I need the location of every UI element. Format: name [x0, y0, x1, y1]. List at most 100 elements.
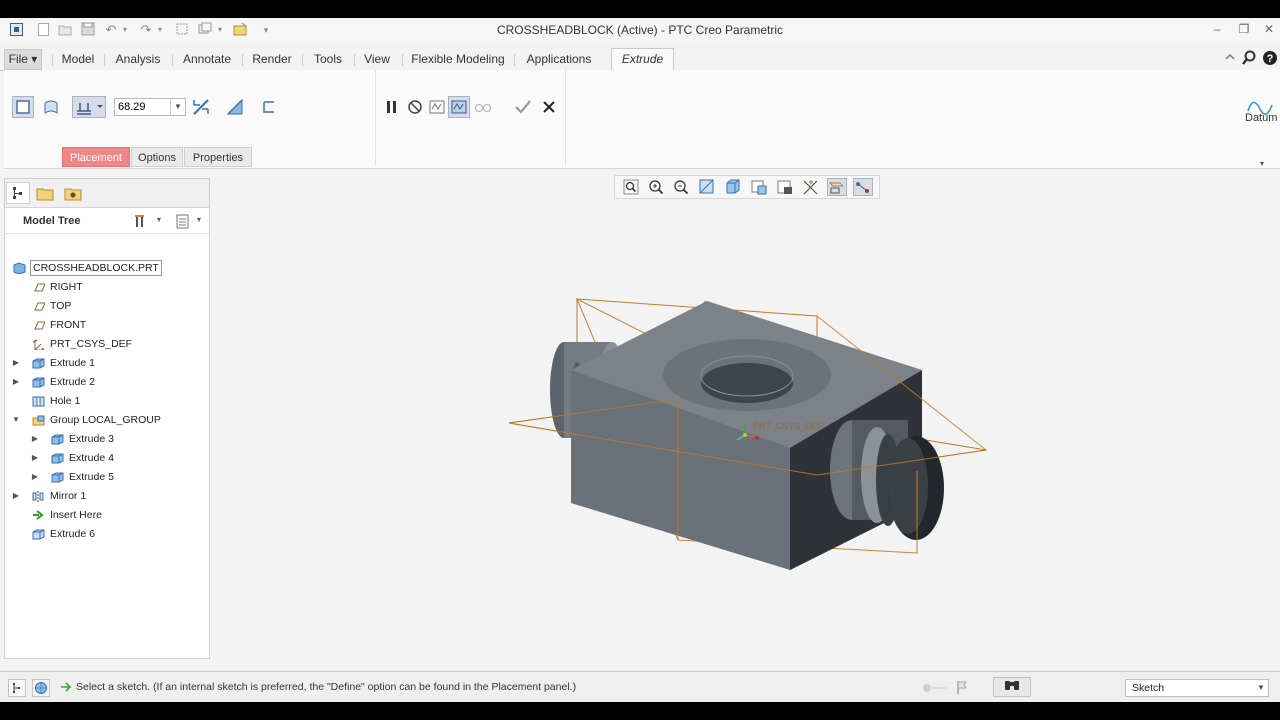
csys-label: PRT_CSYS_DEF	[753, 421, 824, 431]
help-search-icon[interactable]	[1241, 50, 1257, 66]
ribbon-tabs: File ▾ Model Analysis Annotate Render To…	[0, 46, 1280, 72]
csys-icon	[32, 339, 45, 350]
extrude-icon	[32, 377, 45, 388]
pause-button[interactable]	[381, 96, 403, 118]
help-icon[interactable]: ?	[1262, 50, 1278, 66]
extrude-new-icon	[32, 529, 45, 540]
model-tree-tab[interactable]	[6, 182, 30, 204]
tree-item-label: Extrude 6	[50, 528, 95, 540]
depth-dropdown-icon[interactable]: ▼	[170, 99, 185, 115]
ok-button[interactable]	[512, 96, 534, 118]
tab-model[interactable]: Model	[56, 49, 100, 70]
flip-direction-icon	[193, 99, 209, 115]
tab-tools[interactable]: Tools	[306, 49, 350, 70]
model-tree-title: Model Tree	[23, 215, 81, 227]
no-preview-icon	[408, 100, 422, 114]
depth-value-field[interactable]: ▼	[114, 98, 186, 116]
expand-arrow-icon[interactable]: ▶	[11, 373, 21, 391]
tab-separator	[52, 54, 53, 66]
placement-subtab[interactable]: Placement	[62, 147, 130, 167]
expand-arrow-icon[interactable]: ▶	[11, 354, 21, 372]
svg-text:?: ?	[1267, 53, 1274, 65]
selection-filter[interactable]: Sketch ▼	[1125, 679, 1269, 697]
tree-item-label: Extrude 2	[50, 376, 95, 388]
glasses-button[interactable]	[472, 96, 494, 118]
status-bar: Select a sketch. (If an internal sketch …	[0, 671, 1280, 702]
find-button[interactable]	[993, 677, 1031, 697]
tree-item-label: Extrude 4	[69, 452, 114, 464]
close-icon[interactable]: ✕	[1262, 22, 1276, 36]
extrude-icon	[51, 453, 64, 464]
tab-flexible-modeling[interactable]: Flexible Modeling	[406, 49, 510, 70]
folder-browser-tab[interactable]	[33, 182, 57, 204]
datum-group-label: Datum	[1245, 112, 1278, 124]
tab-extrude[interactable]: Extrude	[611, 48, 674, 72]
tree-item-label: Insert Here	[50, 509, 102, 521]
extrude-icon	[51, 472, 64, 483]
tab-applications[interactable]: Applications	[518, 49, 600, 70]
verify-button[interactable]	[426, 96, 448, 118]
expand-arrow-icon[interactable]: ▶	[11, 487, 21, 505]
model-tree-header: Model Tree ▾ ▾	[5, 209, 209, 234]
tree-item-label: FRONT	[50, 319, 87, 331]
binoculars-icon	[1005, 681, 1019, 690]
remove-material-icon	[226, 98, 243, 115]
tree-item-label: Extrude 5	[69, 471, 114, 483]
preview-button[interactable]	[448, 96, 470, 118]
minimize-ribbon-icon[interactable]	[1222, 50, 1238, 66]
expand-arrow-icon[interactable]: ▶	[30, 430, 40, 448]
depth-value-input[interactable]	[115, 99, 175, 115]
tree-show-dropdown-icon[interactable]: ▾	[197, 215, 201, 224]
title-bar: ↶ ▾ ↷ ▾ ▾ ▾ CROSSHEADBLOCK (Active) - PT…	[0, 18, 1280, 42]
cancel-button[interactable]	[538, 96, 560, 118]
status-message: Select a sketch. (If an internal sketch …	[76, 681, 577, 693]
properties-subtab[interactable]: Properties	[184, 147, 252, 167]
tab-file[interactable]: File ▾	[4, 49, 42, 70]
window-title: CROSSHEADBLOCK (Active) - PTC Creo Param…	[496, 23, 784, 37]
regeneration-status-icon	[922, 683, 948, 693]
tree-item-label: Group LOCAL_GROUP	[50, 414, 161, 426]
expand-arrow-icon[interactable]: ▶	[30, 468, 40, 486]
restore-icon[interactable]: ❐	[1237, 22, 1251, 36]
tree-item-label: TOP	[50, 300, 72, 312]
show-browser-button[interactable]	[32, 679, 50, 697]
preview-icon	[451, 100, 467, 114]
tab-view[interactable]: View	[358, 49, 396, 70]
selection-filter-dropdown-icon[interactable]: ▼	[1254, 680, 1268, 696]
tree-root-label: CROSSHEADBLOCK.PRT	[30, 260, 162, 276]
tree-settings-dropdown-icon[interactable]: ▾	[157, 215, 161, 224]
tab-separator	[242, 54, 243, 66]
depth-blind-icon	[77, 103, 103, 115]
options-subtab[interactable]: Options	[131, 147, 183, 167]
tree-settings-icon[interactable]	[133, 212, 151, 230]
model-tree-panel: Model Tree ▾ ▾ CROSSHEADBLOCK.PRT RIGHT T…	[4, 178, 210, 659]
show-navigator-button[interactable]	[8, 679, 26, 697]
navigator-tabs	[5, 179, 209, 208]
remove-material-button[interactable]	[224, 96, 246, 118]
tab-render[interactable]: Render	[246, 49, 298, 70]
flip-direction-button[interactable]	[190, 96, 212, 118]
tab-separator	[104, 54, 105, 66]
browser-globe-icon	[35, 682, 47, 694]
minimize-icon[interactable]: –	[1210, 22, 1224, 36]
no-preview-button[interactable]	[404, 96, 426, 118]
ok-check-icon	[515, 100, 531, 114]
favorites-tab[interactable]	[61, 182, 85, 204]
group-icon	[32, 415, 45, 426]
collapse-arrow-icon[interactable]: ▼	[11, 411, 21, 429]
hole-icon	[32, 396, 45, 407]
tab-annotate[interactable]: Annotate	[176, 49, 238, 70]
tab-separator	[514, 54, 515, 66]
expand-arrow-icon[interactable]: ▶	[30, 449, 40, 467]
solid-button[interactable]	[12, 96, 34, 118]
cancel-x-icon	[543, 101, 555, 113]
graphics-area[interactable]: PRT_CSYS_DEF	[212, 170, 1280, 670]
tree-show-icon[interactable]	[175, 213, 191, 229]
surface-button[interactable]	[40, 96, 62, 118]
thicken-button[interactable]	[258, 96, 280, 118]
model-viewport[interactable]: PRT_CSYS_DEF	[212, 170, 1280, 670]
tab-separator	[402, 54, 403, 66]
tab-analysis[interactable]: Analysis	[108, 49, 168, 70]
flag-icon[interactable]	[954, 679, 970, 695]
depth-option-button[interactable]	[72, 96, 106, 118]
